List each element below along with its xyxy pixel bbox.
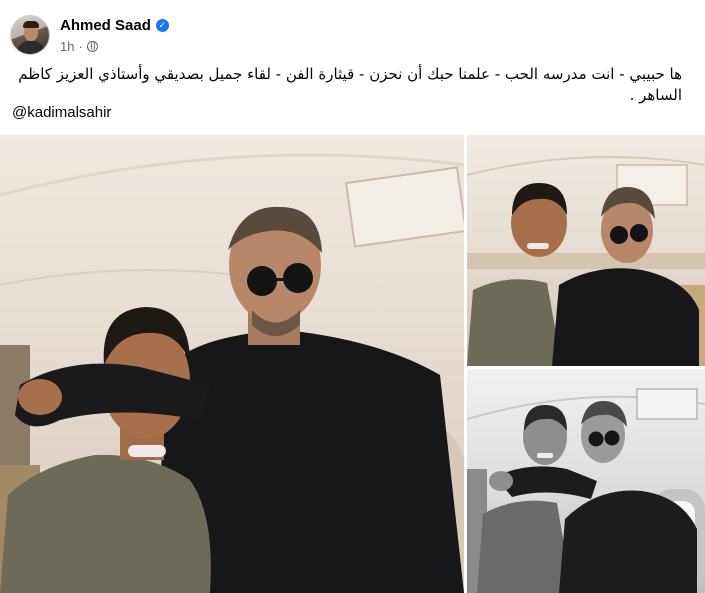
post-meta: 1h · xyxy=(60,39,98,54)
photo-bottom-right-illustration xyxy=(467,388,705,593)
author-name-row: Ahmed Saad ✓ xyxy=(60,17,169,34)
post-text: ها حبيبي - انت مدرسه الحب - علمنا حبك أن… xyxy=(18,65,682,104)
author-name[interactable]: Ahmed Saad xyxy=(60,17,151,34)
meta-separator: · xyxy=(78,39,83,54)
facebook-post: Ahmed Saad ✓ 1h · ها حبيبي - انت مدرسه ا… xyxy=(0,0,705,593)
photo-main-illustration xyxy=(0,153,464,593)
globe-icon[interactable] xyxy=(86,41,98,52)
post-timestamp[interactable]: 1h xyxy=(60,39,74,54)
photo-bottom-right[interactable] xyxy=(467,369,705,593)
post-header: Ahmed Saad ✓ 1h · xyxy=(10,14,700,58)
photo-top-right[interactable] xyxy=(467,135,705,366)
photo-gallery xyxy=(0,135,705,593)
mention-link[interactable]: @kadimalsahir xyxy=(12,104,111,121)
verified-badge-icon: ✓ xyxy=(155,19,169,32)
photo-top-right-illustration xyxy=(467,156,705,366)
author-avatar[interactable] xyxy=(10,15,50,55)
photo-main[interactable] xyxy=(0,135,464,593)
